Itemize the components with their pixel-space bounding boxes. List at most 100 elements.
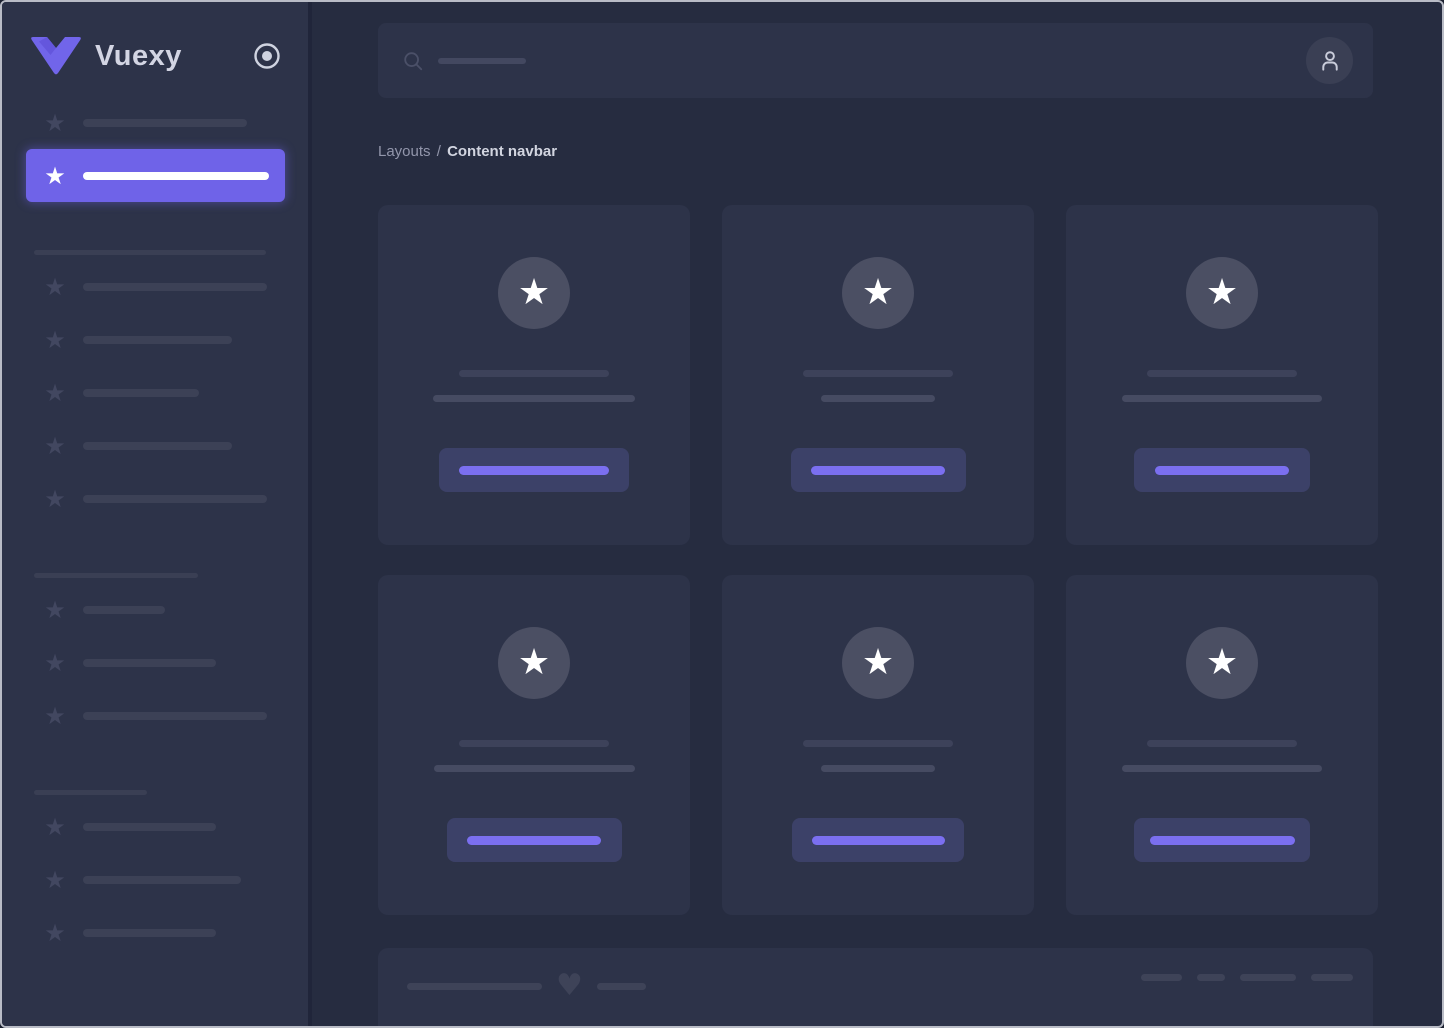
- sidebar-item-label-skeleton: [83, 606, 165, 614]
- sidebar-item-label-skeleton: [83, 876, 241, 884]
- button-label-skeleton: [459, 466, 609, 475]
- star-icon: ★: [42, 868, 68, 892]
- card-action-button[interactable]: [1134, 818, 1310, 862]
- menu-pin-toggle-icon[interactable]: [252, 41, 282, 71]
- star-icon: ★: [42, 328, 68, 352]
- star-icon: ★: [42, 815, 68, 839]
- card-action-button[interactable]: [791, 448, 966, 492]
- sidebar-item-label-skeleton: [83, 659, 216, 667]
- card-avatar: ★: [842, 627, 914, 699]
- card: ★: [378, 205, 690, 545]
- star-icon: ★: [42, 111, 68, 135]
- star-icon: ★: [518, 645, 550, 681]
- button-label-skeleton: [811, 466, 945, 475]
- breadcrumb-current-page: Content navbar: [447, 143, 557, 160]
- sidebar-item-label-skeleton: [83, 283, 267, 291]
- button-label-skeleton: [1155, 466, 1289, 475]
- card: ★: [722, 575, 1034, 915]
- card-subtitle-skeleton: [821, 395, 935, 402]
- logo-row: Vuexy: [2, 2, 308, 76]
- card-subtitle-skeleton: [1122, 765, 1322, 772]
- sidebar-section-header-skeleton: [34, 250, 266, 255]
- card: ★: [722, 205, 1034, 545]
- card-title-skeleton: [459, 370, 609, 377]
- footer-text-skeleton: [597, 983, 646, 990]
- button-label-skeleton: [467, 836, 601, 845]
- search-input[interactable]: [402, 50, 1306, 72]
- sidebar-item-active[interactable]: ★: [26, 149, 285, 202]
- star-icon: ★: [42, 487, 68, 511]
- footer-text-skeleton: [407, 983, 542, 990]
- sidebar-item[interactable]: ★: [26, 800, 285, 853]
- card-title-skeleton: [459, 740, 609, 747]
- top-navbar: [378, 23, 1373, 98]
- star-icon: ★: [518, 275, 550, 311]
- button-label-skeleton: [812, 836, 945, 845]
- sidebar-item[interactable]: ★: [26, 313, 285, 366]
- sidebar-item[interactable]: ★: [26, 583, 285, 636]
- footer-left: ♥: [407, 974, 646, 998]
- card-action-button[interactable]: [447, 818, 622, 862]
- footer: ♥: [378, 948, 1373, 1028]
- breadcrumb-link-layouts[interactable]: Layouts: [378, 143, 431, 160]
- sidebar-item-label-skeleton: [83, 172, 269, 180]
- app-window: Vuexy ★★★★★★★★★★★★★: [0, 0, 1444, 1028]
- card: ★: [1066, 205, 1378, 545]
- card-grid: ★ ★ ★ ★ ★ ★: [378, 205, 1373, 915]
- main-content: Layouts / Content navbar ★ ★ ★ ★ ★ ★ ♥: [312, 2, 1442, 1026]
- star-icon: ★: [1206, 645, 1238, 681]
- card-action-button[interactable]: [792, 818, 964, 862]
- sidebar-item-label-skeleton: [83, 712, 267, 720]
- card-title-skeleton: [803, 740, 953, 747]
- sidebar-item[interactable]: ★: [26, 472, 285, 525]
- card-avatar: ★: [1186, 627, 1258, 699]
- star-icon: ★: [42, 275, 68, 299]
- sidebar-section-header-skeleton: [34, 573, 198, 578]
- heart-icon: ♥: [556, 974, 583, 998]
- card-avatar: ★: [498, 627, 570, 699]
- card-avatar: ★: [842, 257, 914, 329]
- sidebar-item[interactable]: ★: [26, 419, 285, 472]
- sidebar-item[interactable]: ★: [26, 636, 285, 689]
- breadcrumb: Layouts / Content navbar: [378, 144, 1373, 160]
- card-avatar: ★: [1186, 257, 1258, 329]
- sidebar-item[interactable]: ★: [26, 96, 285, 149]
- sidebar-item[interactable]: ★: [26, 260, 285, 313]
- sidebar-item-label-skeleton: [83, 442, 232, 450]
- star-icon: ★: [862, 275, 894, 311]
- card-action-button[interactable]: [1134, 448, 1310, 492]
- sidebar-item-label-skeleton: [83, 929, 216, 937]
- footer-link-skeleton: [1197, 974, 1225, 981]
- card-avatar: ★: [498, 257, 570, 329]
- sidebar-item[interactable]: ★: [26, 853, 285, 906]
- star-icon: ★: [42, 381, 68, 405]
- sidebar-item[interactable]: ★: [26, 689, 285, 742]
- card-title-skeleton: [1147, 370, 1297, 377]
- person-icon: [1317, 48, 1343, 74]
- sidebar-nav: ★★★★★★★★★★★★★: [2, 96, 308, 959]
- search-placeholder-skeleton: [438, 58, 526, 64]
- sidebar-item[interactable]: ★: [26, 906, 285, 959]
- star-icon: ★: [42, 164, 68, 188]
- card-subtitle-skeleton: [434, 765, 635, 772]
- breadcrumb-separator: /: [435, 143, 443, 160]
- card-action-button[interactable]: [439, 448, 629, 492]
- card: ★: [1066, 575, 1378, 915]
- card-subtitle-skeleton: [433, 395, 635, 402]
- vuexy-logo-icon: [30, 36, 82, 76]
- footer-right: [1126, 974, 1353, 981]
- footer-link-skeleton: [1240, 974, 1296, 981]
- card-title-skeleton: [1147, 740, 1297, 747]
- card-title-skeleton: [803, 370, 953, 377]
- sidebar-section-header-skeleton: [34, 790, 147, 795]
- card-subtitle-skeleton: [821, 765, 935, 772]
- sidebar-item-label-skeleton: [83, 119, 247, 127]
- star-icon: ★: [862, 645, 894, 681]
- sidebar-item[interactable]: ★: [26, 366, 285, 419]
- sidebar-item-label-skeleton: [83, 495, 267, 503]
- card-subtitle-skeleton: [1122, 395, 1322, 402]
- star-icon: ★: [42, 598, 68, 622]
- sidebar-item-label-skeleton: [83, 336, 232, 344]
- button-label-skeleton: [1150, 836, 1295, 845]
- user-avatar-button[interactable]: [1306, 37, 1353, 84]
